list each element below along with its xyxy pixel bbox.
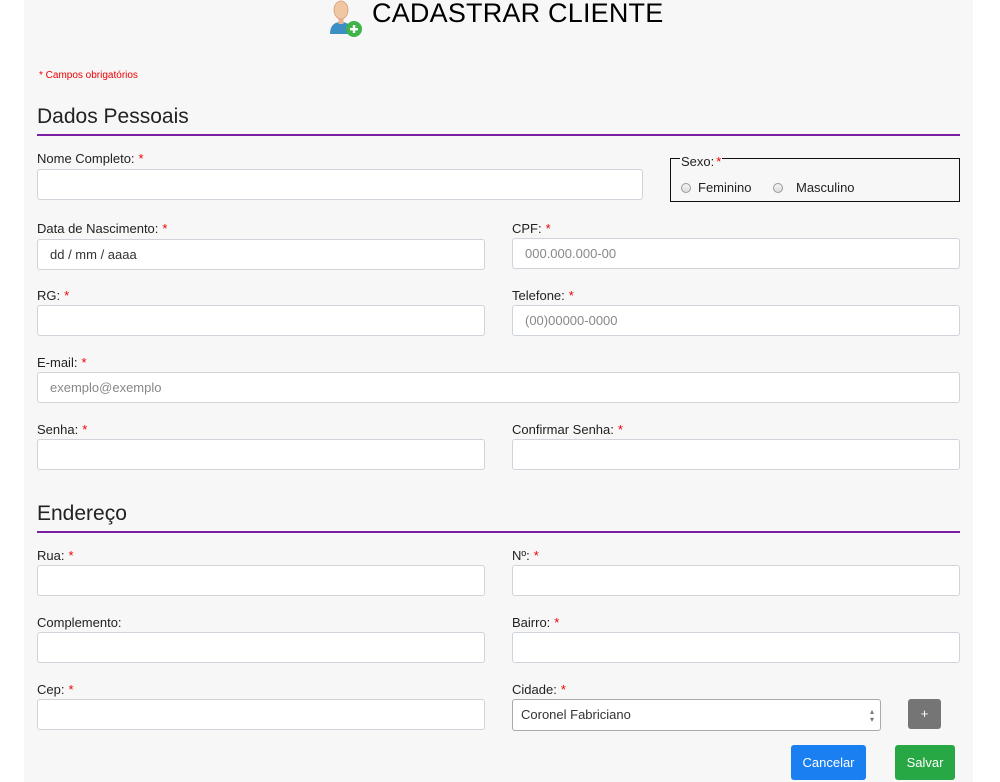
label-senha: Senha: * xyxy=(37,422,88,437)
label-confirmar-senha: Confirmar Senha: * xyxy=(512,422,623,437)
add-city-button[interactable]: + xyxy=(908,699,941,729)
label-complemento: Complemento: xyxy=(37,615,122,630)
save-button[interactable]: Salvar xyxy=(895,745,955,780)
cidade-select[interactable]: Coronel Fabriciano ▴ ▾ xyxy=(512,699,881,731)
section-title-address: Endereço xyxy=(37,502,127,525)
rua-input[interactable] xyxy=(37,565,485,596)
user-add-icon xyxy=(330,0,362,37)
label-cpf: CPF: * xyxy=(512,221,551,236)
sexo-legend: Sexo: * xyxy=(680,154,723,169)
label-cidade: Cidade: * xyxy=(512,682,566,697)
cidade-selected-value: Coronel Fabriciano xyxy=(521,707,631,722)
numero-input[interactable] xyxy=(512,565,960,596)
label-numero: Nº: * xyxy=(512,548,539,563)
label-cep: Cep: * xyxy=(37,682,74,697)
sexo-fieldset: Sexo: * Feminino Masculino xyxy=(670,154,960,202)
complemento-input[interactable] xyxy=(37,632,485,663)
label-bairro: Bairro: * xyxy=(512,615,560,630)
section-divider xyxy=(37,531,960,533)
page-header: CADASTRAR CLIENTE xyxy=(0,0,1000,40)
section-title-personal: Dados Pessoais xyxy=(37,105,189,128)
telefone-input[interactable]: (00)00000-0000 xyxy=(512,305,960,336)
senha-input[interactable] xyxy=(37,439,485,470)
page-title: CADASTRAR CLIENTE xyxy=(372,0,664,28)
dropdown-arrow-icon: ▴ ▾ xyxy=(869,707,874,724)
cancel-button[interactable]: Cancelar xyxy=(791,745,866,780)
cpf-input[interactable]: 000.000.000-00 xyxy=(512,238,960,269)
label-email: E-mail: * xyxy=(37,355,87,370)
label-rua: Rua: * xyxy=(37,548,74,563)
confirmar-senha-input[interactable] xyxy=(512,439,960,470)
label-nome: Nome Completo: * xyxy=(37,151,144,166)
label-rg: RG: * xyxy=(37,288,70,303)
label-nascimento: Data de Nascimento: * xyxy=(37,221,168,236)
label-telefone: Telefone: * xyxy=(512,288,574,303)
email-input[interactable]: exemplo@exemplo xyxy=(37,372,960,403)
bairro-input[interactable] xyxy=(512,632,960,663)
rg-input[interactable] xyxy=(37,305,485,336)
nome-input[interactable] xyxy=(37,169,643,200)
required-fields-note: * Campos obrigatórios xyxy=(39,70,138,81)
section-divider xyxy=(37,134,960,136)
radio-label-masculino: Masculino xyxy=(796,180,855,195)
radio-label-feminino: Feminino xyxy=(698,180,752,195)
cep-input[interactable] xyxy=(37,699,485,730)
radio-feminino[interactable] xyxy=(681,183,691,193)
radio-masculino[interactable] xyxy=(773,183,783,193)
nascimento-input[interactable]: dd / mm / aaaa xyxy=(37,239,485,270)
